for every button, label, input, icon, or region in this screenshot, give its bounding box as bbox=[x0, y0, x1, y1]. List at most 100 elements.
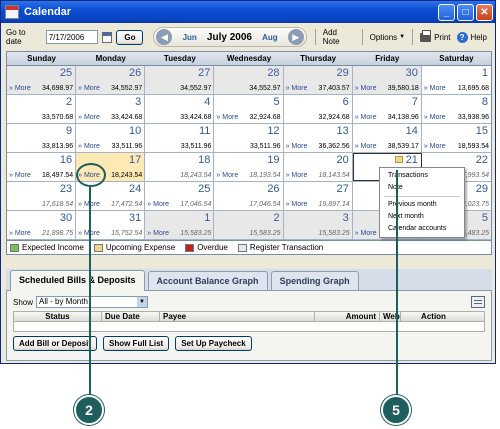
tab-scheduled-bills[interactable]: Scheduled Bills & Deposits bbox=[10, 270, 145, 291]
day-number: 3 bbox=[135, 96, 142, 108]
day-balance: 17,472.54 bbox=[111, 201, 143, 208]
setup-paycheck-button[interactable]: Set Up Paycheck bbox=[175, 336, 252, 351]
calendar-day-cell[interactable]: 28 34,552.97 bbox=[214, 66, 284, 94]
more-link[interactable]: » More bbox=[286, 201, 308, 208]
goto-date-input[interactable] bbox=[45, 30, 98, 44]
calendar-day-cell[interactable]: 11 33,511.96 bbox=[145, 124, 215, 152]
calendar-day-cell[interactable]: 7 » More 34,138.96 bbox=[352, 95, 422, 123]
show-full-list-button[interactable]: Show Full List bbox=[103, 336, 170, 351]
go-button[interactable]: Go bbox=[116, 29, 144, 45]
day-number: 23 bbox=[59, 183, 73, 195]
add-note-button[interactable]: Add Note bbox=[323, 28, 355, 46]
calendar-day-cell[interactable]: 29 » More 37,403.57 bbox=[283, 66, 353, 94]
calendar-day-cell[interactable]: 8 » More 33,938.96 bbox=[421, 95, 491, 123]
prev-month-arrow-icon[interactable]: ◀ bbox=[156, 29, 173, 45]
more-link[interactable]: » More bbox=[286, 85, 308, 92]
minimize-button[interactable]: _ bbox=[438, 3, 455, 21]
more-link[interactable]: » More bbox=[216, 172, 238, 179]
callout-5-line bbox=[396, 170, 398, 397]
column-header[interactable]: Due Date bbox=[102, 312, 160, 322]
more-link[interactable]: » More bbox=[78, 143, 100, 150]
more-link[interactable]: » More bbox=[78, 114, 100, 121]
calendar-day-cell[interactable]: 1 » More 13,695.68 bbox=[421, 66, 491, 94]
more-link[interactable]: » More bbox=[424, 85, 446, 92]
calendar-day-cell[interactable]: 25 » More 17,046.54 bbox=[145, 182, 215, 210]
more-link[interactable]: » More bbox=[147, 230, 169, 237]
options-label: Options bbox=[369, 32, 398, 42]
calendar-day-cell[interactable]: 10 » More 33,511.96 bbox=[76, 124, 146, 152]
calendar-week-row: 9 33,813.96 10» More 33,511.96 11 33,511.96 12… bbox=[7, 124, 491, 153]
column-header[interactable]: Amount bbox=[315, 312, 380, 322]
more-link[interactable]: » More bbox=[286, 172, 308, 179]
calendar-day-cell[interactable]: 15 » More 18,593.54 bbox=[421, 124, 491, 152]
calendar-day-cell[interactable]: 27 34,552.97 bbox=[145, 66, 215, 94]
calendar-legend: Expected Income Upcoming Expense Overdue Re… bbox=[7, 240, 491, 254]
more-link[interactable]: » More bbox=[355, 85, 377, 92]
calendar-day-cell[interactable]: 25 » More 34,698.97 bbox=[7, 66, 77, 94]
more-link[interactable]: » More bbox=[355, 230, 377, 237]
calendar-day-cell[interactable]: 2 15,583.25 bbox=[214, 211, 284, 239]
calendar-day-cell[interactable]: 1 » More 15,583.25 bbox=[145, 211, 215, 239]
calendar-day-cell[interactable]: 13 » More 36,362.56 bbox=[283, 124, 353, 152]
next-month-link[interactable]: Aug bbox=[262, 33, 278, 42]
title-bar[interactable]: Calendar _ □ ✕ bbox=[1, 1, 495, 23]
add-bill-button[interactable]: Add Bill or Deposit bbox=[13, 336, 97, 351]
help-button[interactable]: ? Help bbox=[456, 31, 487, 43]
context-menu-item[interactable]: Transactions bbox=[380, 170, 464, 182]
column-header[interactable]: Action bbox=[401, 312, 466, 322]
calendar-day-cell[interactable]: 4 33,424.68 bbox=[145, 95, 215, 123]
more-link[interactable]: » More bbox=[216, 114, 238, 121]
calendar-day-cell[interactable]: 20 » More 18,143.54 bbox=[283, 153, 353, 181]
context-menu-item[interactable]: Next month bbox=[380, 211, 464, 223]
show-filter-select[interactable]: All - by Month ▼ bbox=[36, 296, 149, 308]
day-balance: 33,511.96 bbox=[111, 143, 143, 150]
calendar-day-cell[interactable]: 14 » More 38,539.17 bbox=[352, 124, 422, 152]
calendar-day-cell[interactable]: 3 15,583.25 bbox=[283, 211, 353, 239]
calendar-day-cell[interactable]: 6 32,924.68 bbox=[283, 95, 353, 123]
tab-account-balance-graph[interactable]: Account Balance Graph bbox=[147, 271, 268, 290]
customize-columns-icon[interactable] bbox=[471, 296, 485, 308]
context-menu-item[interactable]: Note bbox=[380, 182, 464, 194]
close-button[interactable]: ✕ bbox=[476, 3, 493, 21]
day-balance: 15,583.25 bbox=[318, 230, 350, 237]
more-link[interactable]: » More bbox=[286, 143, 308, 150]
more-link[interactable]: » More bbox=[424, 143, 446, 150]
calendar-day-cell[interactable]: 2 33,570.68 bbox=[7, 95, 77, 123]
more-link[interactable]: » More bbox=[424, 114, 446, 121]
tab-spending-graph[interactable]: Spending Graph bbox=[270, 271, 359, 290]
next-month-arrow-icon[interactable]: ▶ bbox=[287, 29, 304, 45]
calendar-day-cell[interactable]: 27 » More 19,897.14 bbox=[283, 182, 353, 210]
day-number: 30 bbox=[59, 212, 73, 224]
more-link[interactable]: » More bbox=[355, 143, 377, 150]
calendar-day-cell[interactable]: 12 33,511.96 bbox=[214, 124, 284, 152]
calendar-day-cell[interactable]: 31» More 15,752.54 bbox=[76, 211, 146, 239]
context-menu-item[interactable]: Calendar accounts bbox=[380, 223, 464, 235]
calendar-day-cell[interactable]: 19 » More 18,193.54 bbox=[214, 153, 284, 181]
calendar-day-cell[interactable]: 30 » More 39,580.18 bbox=[352, 66, 422, 94]
maximize-button[interactable]: □ bbox=[457, 3, 474, 21]
print-button[interactable]: Print bbox=[420, 29, 451, 42]
more-link[interactable]: » More bbox=[9, 230, 31, 237]
calendar-day-cell[interactable]: 23 17,618.54 bbox=[7, 182, 77, 210]
more-link[interactable]: » More bbox=[9, 172, 31, 179]
day-number: 12 bbox=[267, 125, 280, 137]
more-link[interactable]: » More bbox=[78, 85, 100, 92]
calendar-day-cell[interactable]: 18 18,243.54 bbox=[145, 153, 215, 181]
day-balance: 33,511.96 bbox=[249, 143, 281, 150]
more-link[interactable]: » More bbox=[355, 114, 377, 121]
options-menu[interactable]: Options ▼ bbox=[370, 33, 406, 42]
column-header[interactable]: Payee bbox=[160, 312, 315, 322]
more-link[interactable]: » More bbox=[147, 201, 169, 208]
calendar-day-cell[interactable]: 3 » More 33,424.68 bbox=[76, 95, 146, 123]
calendar-app-icon bbox=[5, 5, 19, 19]
calendar-day-cell[interactable]: 30 » More 21,898.75 bbox=[7, 211, 77, 239]
calendar-day-cell[interactable]: 26 » More 34,552.97 bbox=[76, 66, 146, 94]
calendar-day-cell[interactable]: 9 33,813.96 bbox=[7, 124, 77, 152]
context-menu-item[interactable]: Previous month bbox=[380, 199, 464, 211]
calendar-day-cell[interactable]: 5 » More 32,924.68 bbox=[214, 95, 284, 123]
calendar-day-cell[interactable]: 26 17,046.54 bbox=[214, 182, 284, 210]
prev-month-link[interactable]: Jun bbox=[183, 33, 197, 42]
date-picker-icon[interactable] bbox=[101, 31, 113, 43]
calendar-day-cell[interactable]: 16 » More 18,497.54 bbox=[7, 153, 77, 181]
more-link[interactable]: » More bbox=[9, 85, 31, 92]
